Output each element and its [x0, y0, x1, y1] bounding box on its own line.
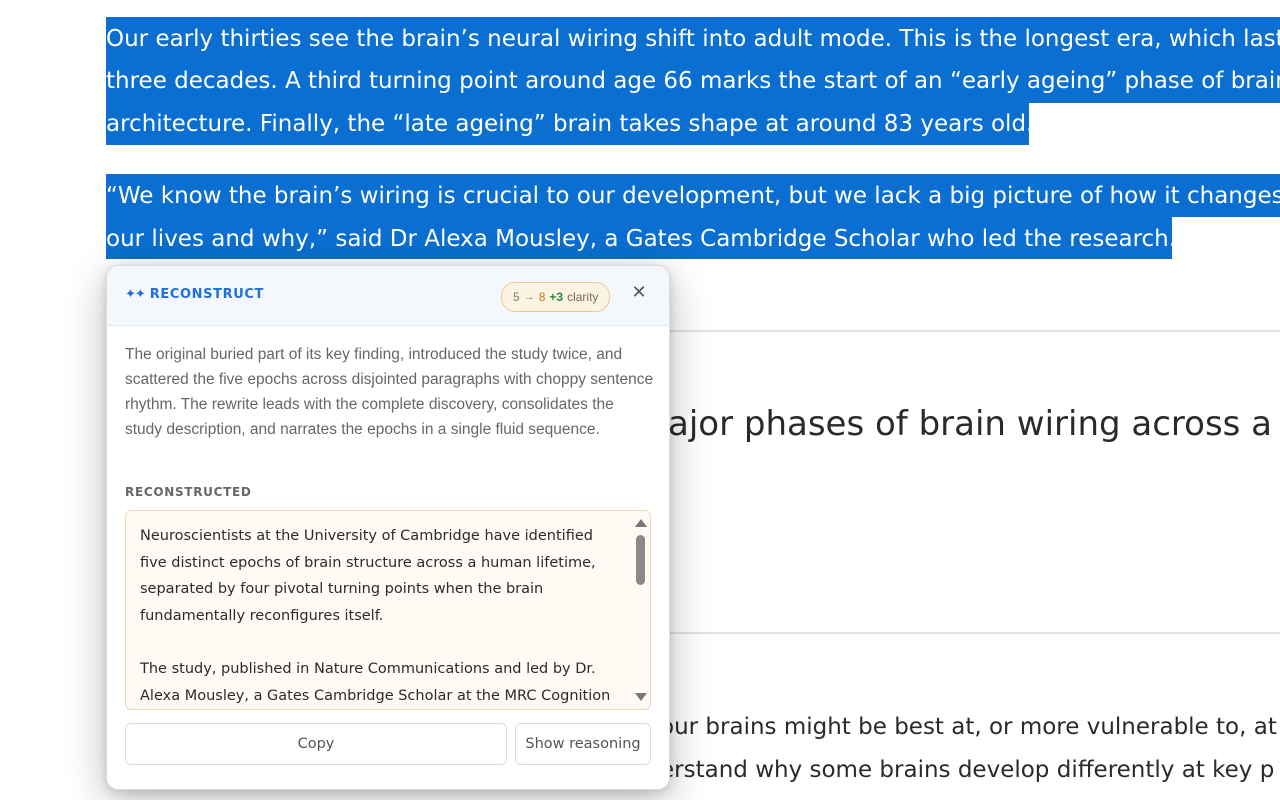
- reconstructed-text: Neuroscientists at the University of Cam…: [140, 523, 618, 709]
- article-line: our lives and why,” said Dr Alexa Mousle…: [106, 226, 1177, 252]
- article-line: architecture. Finally, the “late ageing”…: [106, 111, 1034, 137]
- score-new: 8: [538, 290, 546, 304]
- article-line: “We know the brain’s wiring is crucial t…: [106, 183, 1280, 209]
- scroll-down-icon[interactable]: [635, 693, 647, 701]
- score-delta: +3: [549, 290, 564, 304]
- article-line: three decades. A third turning point aro…: [106, 68, 1280, 94]
- score-label: clarity: [567, 290, 599, 304]
- section-heading: ajor phases of brain wiring across a hu: [668, 404, 1280, 444]
- clarity-score-badge: 5 → 8 +3 clarity: [501, 282, 611, 312]
- reconstructed-label: RECONSTRUCTED: [125, 485, 252, 499]
- brand-label: RECONSTRUCT: [149, 287, 264, 302]
- brand: ✦✦ RECONSTRUCT: [125, 287, 264, 302]
- close-icon[interactable]: ✕: [628, 282, 650, 304]
- section-divider: [660, 632, 1280, 634]
- sparkles-icon: ✦✦: [125, 287, 146, 302]
- reconstructed-paragraph: The study, published in Nature Communica…: [140, 661, 611, 704]
- scroll-up-icon[interactable]: [635, 519, 647, 527]
- article-line: our brains might be best at, or more vul…: [660, 714, 1277, 740]
- reconstruct-popup: ✦✦ RECONSTRUCT 5 → 8 +3 clarity ✕ The or…: [106, 265, 670, 790]
- scroll-thumb[interactable]: [636, 535, 645, 585]
- copy-button[interactable]: Copy: [125, 723, 507, 765]
- reconstructed-paragraph: Neuroscientists at the University of Cam…: [140, 528, 596, 624]
- reconstruct-summary: The original buried part of its key find…: [125, 346, 654, 438]
- article-line: erstand why some brains develop differen…: [660, 757, 1275, 783]
- selection-highlight: [1172, 217, 1280, 259]
- scrollbar[interactable]: [628, 511, 650, 709]
- popup-header: ✦✦ RECONSTRUCT 5 → 8 +3 clarity ✕: [107, 266, 669, 326]
- arrow-right-icon: →: [523, 291, 535, 303]
- show-reasoning-button[interactable]: Show reasoning: [515, 723, 651, 765]
- selection-highlight: [1029, 103, 1280, 145]
- reconstructed-text-box[interactable]: Neuroscientists at the University of Cam…: [125, 510, 651, 710]
- score-old: 5: [513, 290, 520, 304]
- article-line: Our early thirties see the brain’s neura…: [106, 26, 1280, 52]
- section-divider: [660, 330, 1280, 332]
